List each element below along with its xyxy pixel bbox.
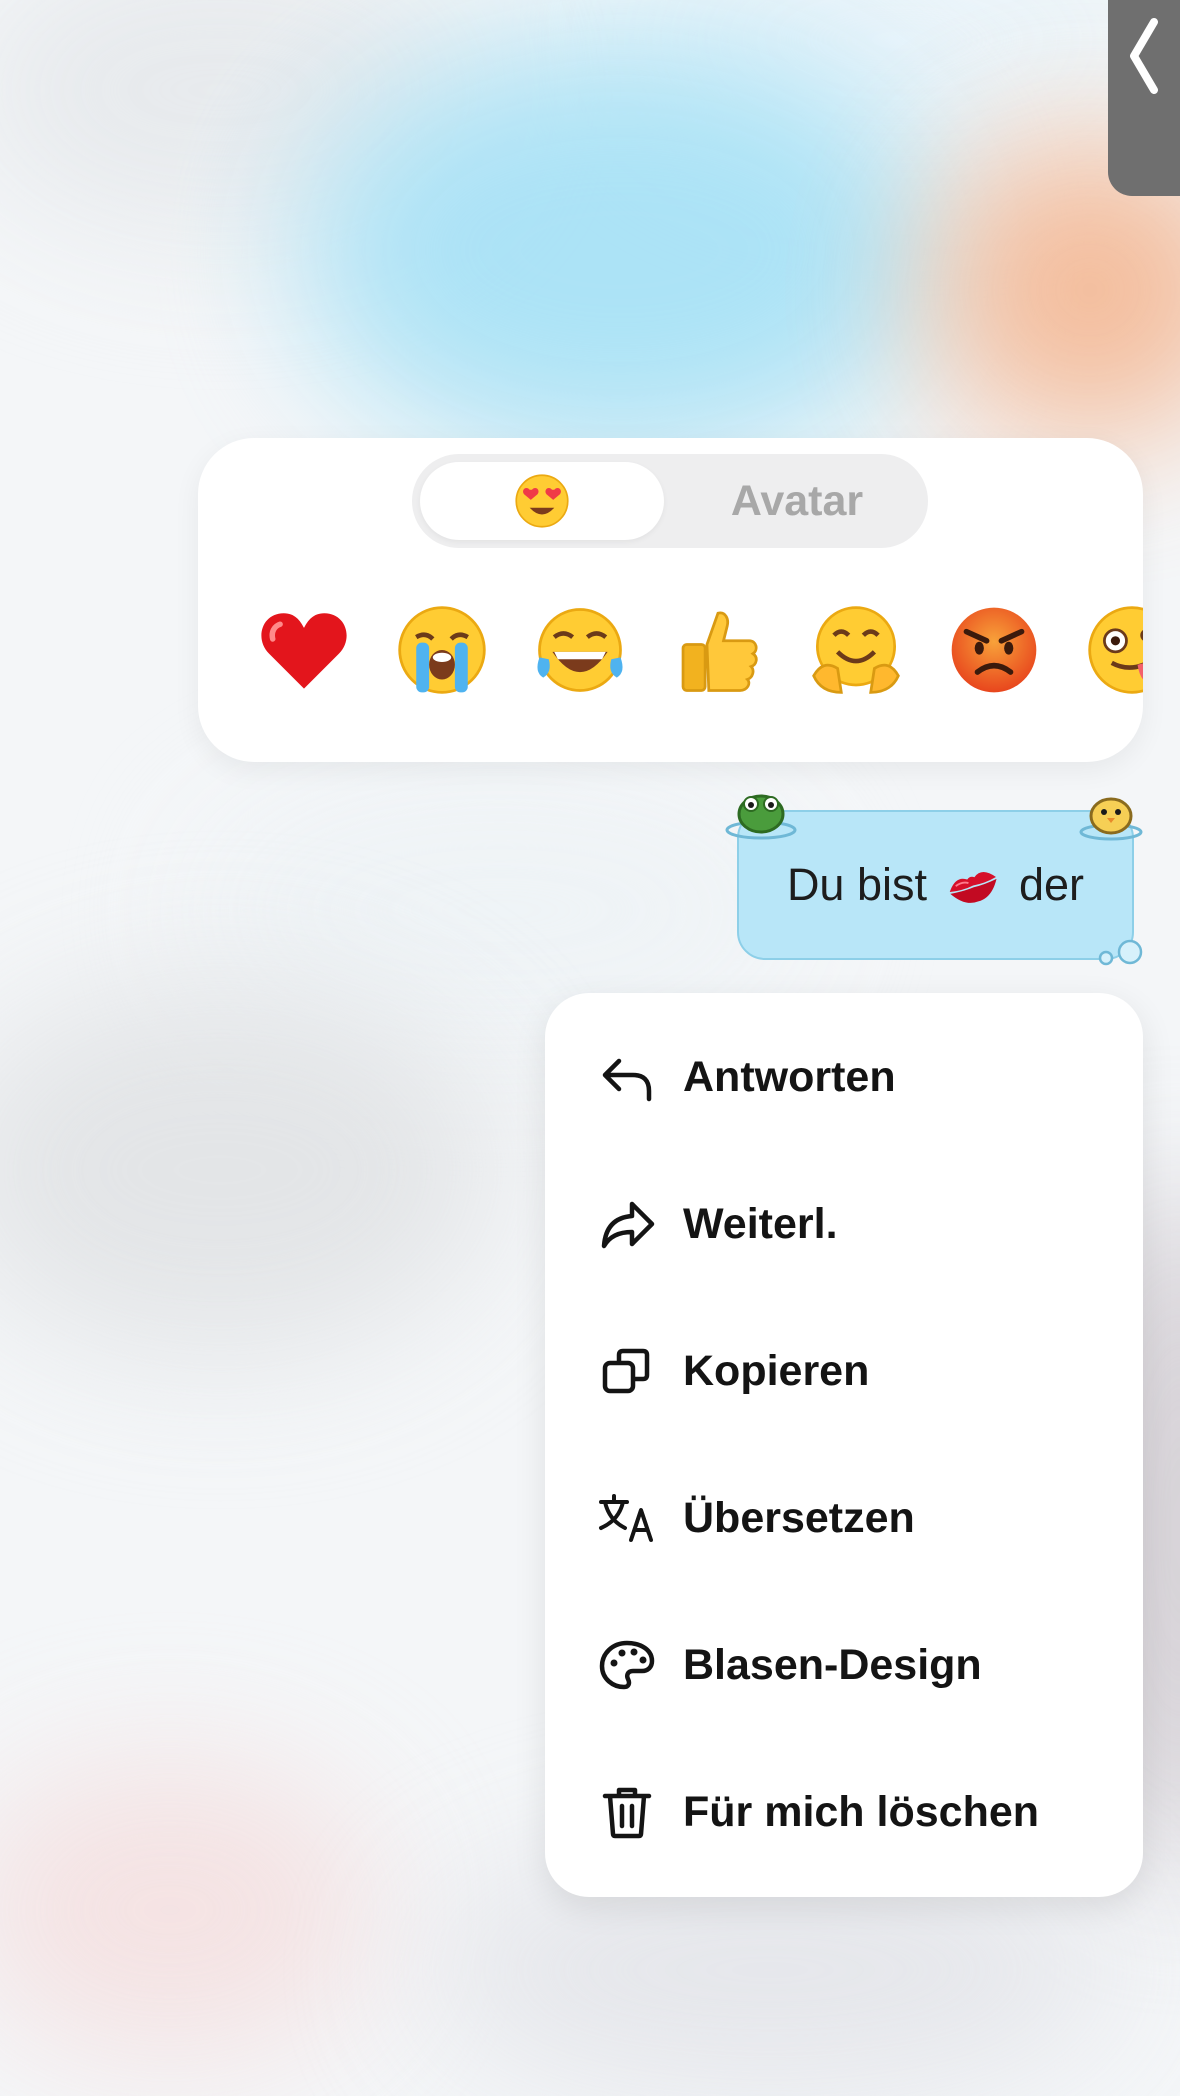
menu-label-delete-for-me: Für mich löschen [683, 1787, 1040, 1836]
chevron-left-icon [1130, 18, 1158, 94]
tab-emoji[interactable] [420, 462, 664, 540]
loudly-crying-emoji[interactable] [396, 604, 488, 696]
tears-of-joy-emoji[interactable] [534, 604, 626, 696]
palette-icon [597, 1635, 657, 1695]
zany-face-emoji[interactable] [1086, 604, 1143, 696]
tab-avatar[interactable]: Avatar [674, 462, 920, 540]
kiss-mark-emoji [949, 872, 997, 903]
menu-item-reply[interactable]: Antworten [545, 1027, 1143, 1127]
menu-label-bubble-design: Blasen-Design [683, 1640, 982, 1689]
water-bubbles-icon [1098, 939, 1143, 966]
reply-icon [597, 1047, 657, 1107]
heart-eyes-emoji-icon [515, 474, 569, 528]
message-text-start: Du bist [786, 859, 927, 910]
message-bubble[interactable]: Du bist der [725, 794, 1143, 966]
context-menu: Antworten Weiterl. Kopieren Übersetzen B… [545, 993, 1143, 1897]
message-text-end: der [1019, 859, 1085, 910]
angry-face-emoji[interactable] [948, 604, 1040, 696]
menu-item-delete-for-me[interactable]: Für mich löschen [545, 1762, 1143, 1862]
forward-icon [597, 1194, 657, 1254]
menu-item-forward[interactable]: Weiterl. [545, 1174, 1143, 1274]
menu-label-forward: Weiterl. [683, 1199, 838, 1248]
hugging-face-emoji[interactable] [810, 604, 902, 696]
copy-icon [597, 1341, 657, 1401]
menu-item-translate[interactable]: Übersetzen [545, 1468, 1143, 1568]
message-text: Du bist der [787, 859, 1084, 911]
menu-item-bubble-design[interactable]: Blasen-Design [545, 1615, 1143, 1715]
menu-label-reply: Antworten [683, 1052, 896, 1101]
menu-item-copy[interactable]: Kopieren [545, 1321, 1143, 1421]
trash-icon [597, 1782, 657, 1842]
menu-label-copy: Kopieren [683, 1346, 870, 1395]
emoji-reactions [258, 604, 1143, 704]
reaction-panel: Avatar [198, 438, 1143, 762]
back-button[interactable] [1108, 0, 1180, 196]
red-heart-emoji[interactable] [258, 604, 350, 696]
menu-label-translate: Übersetzen [683, 1493, 915, 1542]
translate-icon [597, 1488, 657, 1548]
reaction-type-switch: Avatar [412, 454, 928, 548]
thumbs-up-emoji[interactable] [672, 604, 764, 696]
frog-sticker-icon [725, 794, 797, 840]
chick-sticker-icon [1079, 797, 1143, 841]
